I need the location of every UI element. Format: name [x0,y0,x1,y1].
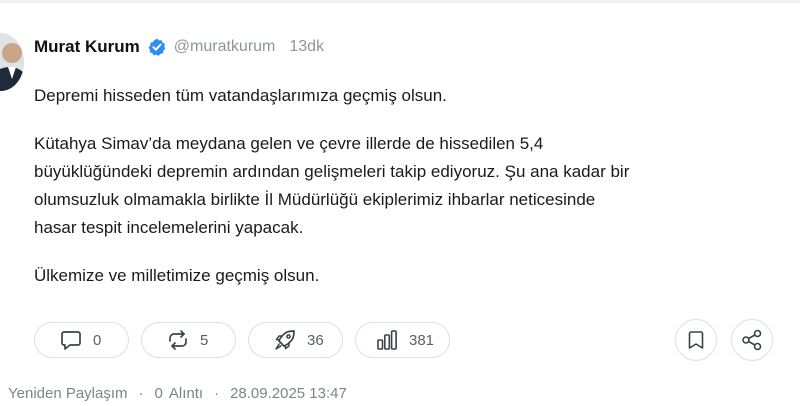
boost-button[interactable]: 36 [248,322,343,358]
reply-button[interactable]: 0 [34,322,129,358]
post-header: Murat Kurum @muratkurum 13dk [34,36,324,58]
post-paragraph-2-line-4: hasar tespit incelemelerini yapacak. [34,218,304,237]
quote-count[interactable]: 0 [155,385,163,402]
post-card: Murat Kurum @muratkurum 13dk Depremi his… [0,0,800,406]
avatar[interactable] [0,33,24,91]
repost-button[interactable]: 5 [141,322,236,358]
reply-count: 0 [93,331,102,349]
bookmark-button[interactable] [675,319,717,361]
post-paragraph-3: Ülkemize ve milletimize geçmiş olsun. [34,266,320,285]
post-body: Depremi hisseden tüm vatandaşlarımıza ge… [34,82,774,290]
author-handle[interactable]: @muratkurum [174,38,276,56]
views-count: 381 [409,331,435,349]
post-timestamp: 28.09.2025 13:47 [230,385,347,402]
top-divider [0,0,800,3]
bar-chart-icon [377,330,397,350]
share-icon [742,329,762,351]
quote-label[interactable]: Alıntı [169,385,203,402]
post-paragraph-2-line-2: büyüklüğündeki depremin ardından gelişme… [34,162,630,181]
bookmark-icon [688,331,704,349]
meta-separator: · [138,385,144,402]
views-button[interactable]: 381 [355,322,450,358]
verified-badge-icon [148,38,166,56]
post-paragraph-2-line-3: olumsuzluk olmamakla birlikte İl Müdürlü… [34,190,596,209]
repost-icon [169,330,187,350]
post-paragraph-1: Depremi hisseden tüm vatandaşlarımıza ge… [34,86,447,105]
post-meta: Yeniden Paylaşım · 0 Alıntı · 28.09.2025… [8,385,347,402]
post-time: 13dk [289,38,325,55]
repost-count: 5 [200,331,209,349]
post-paragraph-2-line-1: Kütahya Simav’da meydana gelen ve çevre … [34,134,544,153]
share-button[interactable] [731,319,773,361]
boost-count: 36 [307,331,324,349]
author-name[interactable]: Murat Kurum [34,37,140,57]
meta-separator: · [214,385,220,402]
comment-icon [61,331,81,350]
repost-label[interactable]: Yeniden Paylaşım [8,385,128,402]
rocket-icon [275,330,295,350]
